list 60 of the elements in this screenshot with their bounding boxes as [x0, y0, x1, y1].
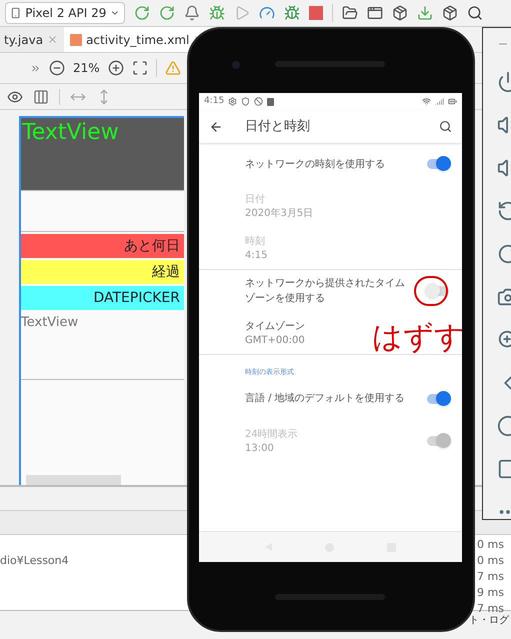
header-text: TextView [22, 120, 119, 145]
download-icon[interactable] [417, 5, 433, 21]
zoom-fit-icon[interactable] [132, 60, 148, 76]
setting-title: ネットワークの時刻を使用する [245, 158, 385, 172]
handwritten-note: はずす [372, 319, 465, 357]
gear-icon [228, 97, 238, 106]
zoom-in-icon[interactable] [108, 60, 124, 76]
columns-icon[interactable] [33, 88, 49, 104]
device-dropdown[interactable]: Pixel 2 API 29 [5, 2, 125, 24]
bug-icon[interactable] [284, 5, 300, 21]
zoom-out-icon[interactable] [49, 60, 65, 76]
toggle-switch[interactable] [427, 394, 449, 404]
circle-mark [414, 276, 448, 306]
status-time: 4:15 [204, 94, 224, 108]
battery-icon [448, 97, 457, 106]
xml-file-icon [70, 34, 82, 46]
phone-icon [10, 6, 22, 20]
editor-tab[interactable]: ty.java [0, 27, 64, 52]
shield-icon [241, 97, 250, 106]
build-time: 0 ms [477, 537, 504, 553]
wifi-icon [422, 97, 431, 106]
signal-icon [435, 97, 444, 106]
folder-icon[interactable] [342, 5, 358, 21]
setting-title: タイムゾーン [245, 320, 305, 334]
chevrons-icon[interactable] [30, 62, 41, 74]
eye-icon[interactable] [7, 88, 23, 104]
setting-title: 言語 / 地域のデフォルトを使用する [245, 392, 405, 406]
sd-card-icon [267, 98, 274, 106]
setting-title: ネットワークから提供されたタイムゾーンを使用する [245, 277, 406, 306]
blocked-icon [254, 97, 264, 106]
preview-text: TextView [21, 310, 184, 380]
setting-summary: GMT+00:00 [245, 334, 305, 347]
toggle-switch[interactable] [427, 286, 449, 296]
toggle-switch[interactable] [427, 159, 449, 169]
rotate-arrow-icon[interactable] [134, 5, 150, 21]
build-time: 0 ms [477, 553, 504, 569]
camera-lens [232, 61, 240, 69]
screen-title: 日付と時刻 [245, 118, 310, 136]
search-icon[interactable] [439, 120, 452, 133]
setting-title: 24時間表示 [245, 428, 298, 442]
editor-tab[interactable]: activity_time.xml [64, 27, 210, 52]
setting-summary: 13:00 [245, 442, 274, 454]
build-time: 9 ms [477, 585, 504, 601]
gauge-icon[interactable] [259, 5, 275, 21]
setting-title: 時刻 [245, 234, 265, 249]
back-arrow-icon[interactable] [209, 120, 223, 134]
zoom-level: 21% [73, 60, 100, 77]
rotate-arrow-icon[interactable] [159, 5, 175, 21]
setting-summary: 2020年3月5日 [245, 207, 314, 220]
setting-summary: 4:15 [245, 249, 268, 262]
event-log-link[interactable]: ト・ログ [469, 613, 509, 628]
package-icon[interactable] [442, 5, 458, 21]
setting-title: 日付 [245, 193, 265, 207]
window-icon[interactable] [367, 5, 383, 21]
build-time: 7 ms [477, 569, 504, 585]
package-icon[interactable] [392, 5, 408, 21]
search-icon[interactable] [467, 5, 483, 21]
build-time: 7 ms [477, 601, 504, 615]
console-path: dio¥Lesson4 [0, 553, 69, 569]
bug-icon[interactable] [209, 5, 225, 21]
